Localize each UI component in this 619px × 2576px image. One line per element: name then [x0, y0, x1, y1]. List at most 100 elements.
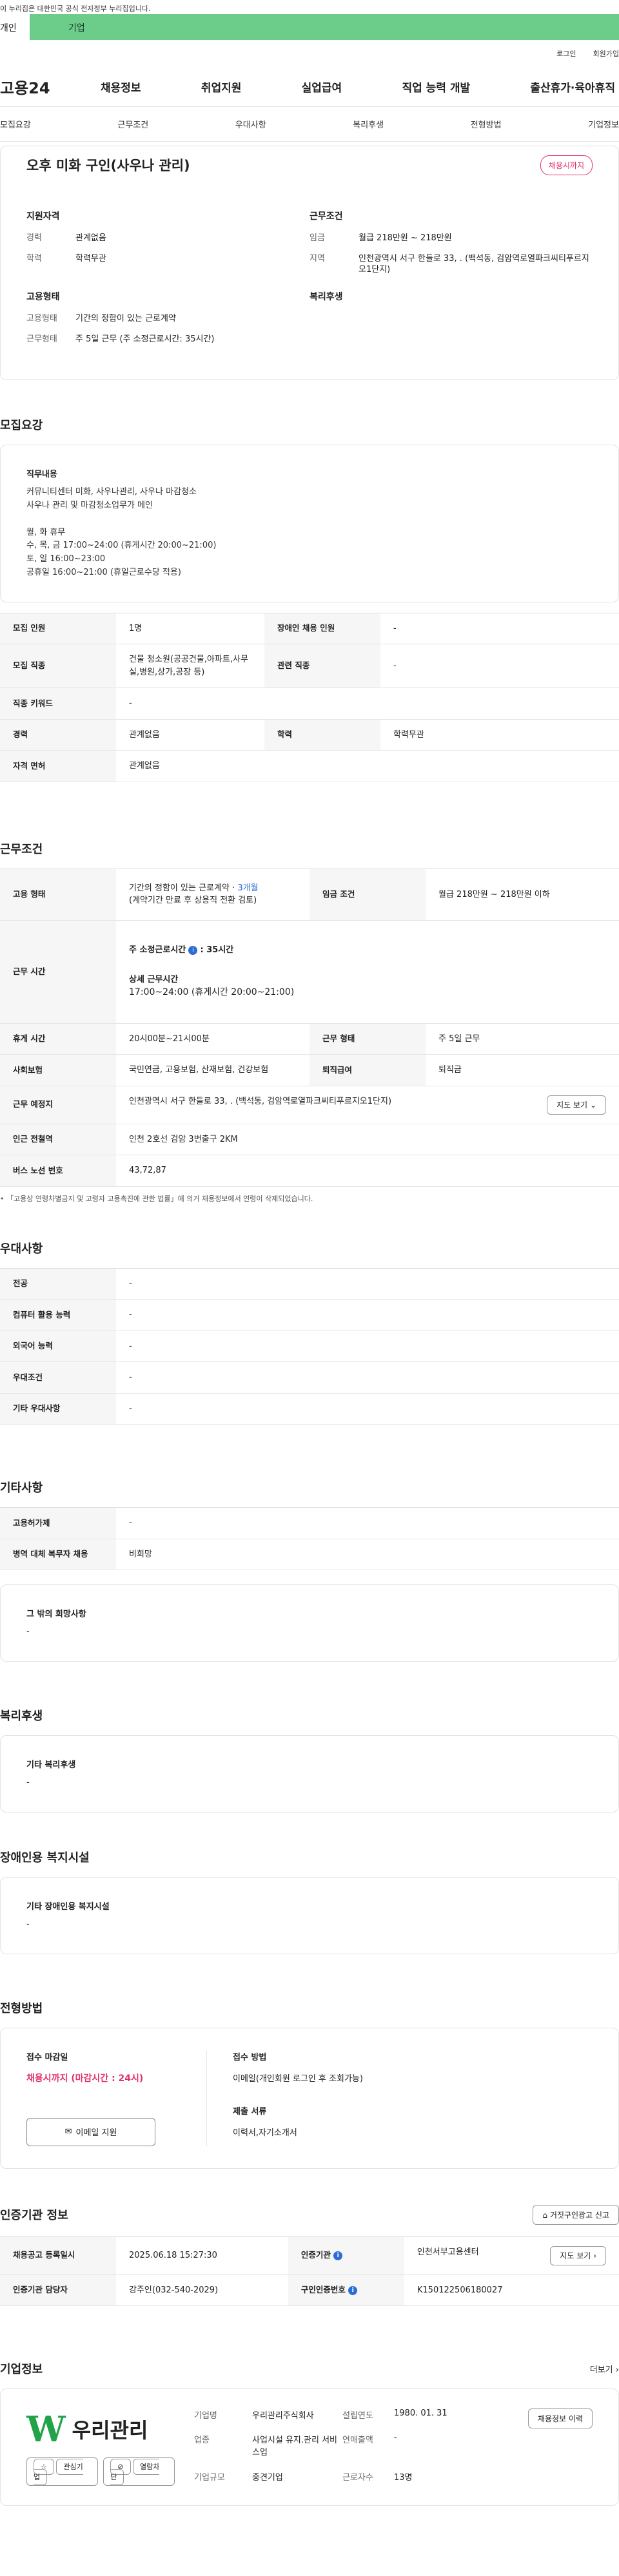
- welfare-box-value: -: [26, 1778, 30, 1788]
- info-icon[interactable]: i: [348, 2285, 358, 2295]
- chevron-right-icon: ›: [593, 2251, 596, 2260]
- welfare-box-heading: 기타 복리후생: [26, 1760, 76, 1771]
- subnav-welfare[interactable]: 복리후생: [353, 118, 384, 130]
- row-value: 인천 2호선 검암 3번출구 2KM: [116, 1124, 619, 1156]
- gnb-item-training[interactable]: 직업 능력 개발: [398, 79, 474, 95]
- util-bar: 로그인 회원가입: [0, 40, 619, 67]
- info-icon[interactable]: i: [188, 945, 198, 955]
- gnb-item-leave[interactable]: 출산휴가·육아휴직: [526, 79, 619, 95]
- cert-no-label: 구인인증번호: [300, 2285, 346, 2295]
- company-name-value: 우리관리주식회사: [252, 2411, 314, 2421]
- chevron-right-icon: ›: [615, 2365, 619, 2375]
- more-link[interactable]: 더보기 ›: [590, 2363, 619, 2375]
- gnb-item-jobs[interactable]: 채용정보: [97, 79, 145, 95]
- row-value: 20시00분~21시00분: [116, 1023, 310, 1055]
- wage-label: 임금: [310, 233, 325, 243]
- tab-biz[interactable]: 기업: [30, 14, 619, 40]
- work-type-value: 주 5일 근무 (주 소정근로시간: 35시간): [75, 334, 215, 344]
- gnb-item-support[interactable]: 취업지원: [197, 79, 246, 95]
- emp-contract: 기간의 정함이 있는 근로계약 ·: [129, 883, 238, 893]
- company-logo-mark: W: [26, 2408, 66, 2450]
- row-label: 우대조건: [0, 1361, 116, 1394]
- row-value: -: [380, 613, 619, 645]
- work-location: 인천광역시 서구 한들로 33, . (백석동, 검암역로열파크씨티푸르지오1단…: [129, 1096, 392, 1106]
- age-note: • 「고용상 연령차별금지 및 고령자 고용촉진에 관한 법률」에 의거 채용정…: [0, 1194, 313, 1203]
- subnav-work[interactable]: 근무조건: [117, 118, 148, 130]
- row-label: 병역 대체 복무자 채용: [0, 1539, 116, 1571]
- tab-personal[interactable]: 개인: [0, 14, 30, 40]
- company-industry-value: 사업시설 유지.관리 서비스업: [252, 2436, 337, 2458]
- etc-table: 고용허가제 - 병역 대체 복무자 채용 비희망: [0, 1507, 619, 1571]
- site-logo[interactable]: 고용24: [0, 75, 97, 98]
- method-value: 이메일(개인회원 로그인 후 조회가능): [233, 2073, 363, 2084]
- table-row: 모집 직종 건물 청소원(공공건물,아파트,사무실,병원,상가,공장 등) 관련 …: [0, 644, 619, 689]
- email-apply-button[interactable]: ✉ 이메일 지원: [26, 2117, 155, 2146]
- pref-section-title: 우대사항: [0, 1242, 43, 1256]
- company-size-value: 중견기업: [252, 2472, 283, 2483]
- login-link[interactable]: 로그인: [556, 48, 576, 59]
- row-label: 경력: [0, 719, 116, 751]
- row-label: 고용허가제: [0, 1507, 116, 1539]
- row-label: 인증기관 i: [288, 2236, 404, 2275]
- row-value: 강주인(032-540-2029): [116, 2274, 288, 2307]
- row-value: 퇴직금: [426, 1054, 619, 1086]
- subnav-company[interactable]: 기업정보: [588, 118, 619, 130]
- company-section-title: 기업정보: [0, 2363, 43, 2377]
- company-sales-value: -: [394, 2433, 397, 2443]
- email-apply-label: 이메일 지원: [75, 2128, 117, 2139]
- cert-map-label: 지도 보기: [560, 2251, 591, 2260]
- work-type-label: 근무형태: [26, 334, 57, 344]
- row-value: 월급 218만원 ~ 218만원 이하: [426, 869, 619, 921]
- row-label: 퇴직급여: [310, 1054, 426, 1086]
- cert-map-button[interactable]: 지도 보기 ›: [550, 2245, 606, 2265]
- row-label: 컴퓨터 활용 능력: [0, 1299, 116, 1331]
- work-table: 고용 형태 기간의 정함이 있는 근로계약 · 3개월 (계약기간 만료 후 상…: [0, 868, 619, 1187]
- table-row: 병역 대체 복무자 채용 비희망: [0, 1539, 619, 1571]
- row-value: K150122506180027: [404, 2274, 619, 2307]
- block-company-button[interactable]: ⊘ 열람차단: [103, 2457, 175, 2486]
- subnav-recruit[interactable]: 모집요강: [0, 118, 31, 130]
- subnav-apply[interactable]: 전형방법: [471, 118, 502, 130]
- wage-value: 월급 218만원 ~ 218만원: [359, 233, 452, 243]
- method-heading: 접수 방법: [233, 2052, 267, 2062]
- qual-career-label: 경력: [26, 233, 42, 243]
- table-row: 채용공고 등록일시 2025.06.18 15:27:30 인증기관 i 인천서부…: [0, 2236, 619, 2275]
- row-value: 43,72,87: [116, 1155, 619, 1187]
- subnav-pref[interactable]: 우대사항: [235, 118, 266, 130]
- company-est-value: 1980. 01. 31: [394, 2408, 447, 2419]
- signup-link[interactable]: 회원가입: [593, 48, 619, 59]
- company-size-label: 기업규모: [194, 2472, 225, 2483]
- more-label: 더보기: [589, 2365, 613, 2375]
- emp-type-label: 고용형태: [26, 314, 57, 324]
- row-value: -: [116, 1331, 619, 1363]
- fav-company-button[interactable]: ☆ 관심기업: [26, 2457, 99, 2486]
- qual-career-value: 관계없음: [75, 233, 106, 243]
- duty-text: 커뮤니티센터 미화, 사우나관리, 사우나 마감청소 사우나 관리 및 마감청소…: [26, 487, 217, 577]
- table-row: 기타 우대사항 -: [0, 1393, 619, 1425]
- row-value: 기간의 정함이 있는 근로계약 · 3개월 (계약기간 만료 후 상용직 전환 …: [116, 869, 310, 921]
- company-est-label: 설립연도: [342, 2411, 373, 2421]
- pref-table: 전공 - 컴퓨터 활용 능력 - 외국어 능력 - 우대조건 - 기타 우대사항 -: [0, 1267, 619, 1425]
- week-hours-value: : 35시간: [200, 945, 234, 956]
- row-value: -: [116, 1299, 619, 1331]
- report-button[interactable]: ⌂ 거짓구인광고 신고: [533, 2204, 619, 2225]
- row-value: 관계없음: [116, 719, 264, 751]
- table-row: 인증기관 담당자 강주인(032-540-2029) 구인인증번호 i K1501…: [0, 2274, 619, 2307]
- row-value: 국민연금, 고용보험, 산재보험, 건강보험: [116, 1054, 310, 1086]
- age-note-text: 「고용상 연령차별금지 및 고령자 고용촉진에 관한 법률」에 의거 채용정보에…: [6, 1194, 313, 1203]
- row-value: 관계없음: [116, 750, 619, 782]
- info-icon[interactable]: i: [333, 2251, 343, 2260]
- etc-section-title: 기타사항: [0, 1481, 43, 1495]
- mode-tabs: 개인 기업: [0, 14, 619, 40]
- table-row: 직종 키워드 -: [0, 687, 619, 720]
- company-name-label: 기업명: [194, 2411, 217, 2421]
- row-label: 휴게 시간: [0, 1023, 116, 1055]
- qual-edu-label: 학력: [26, 253, 42, 264]
- map-button[interactable]: 지도 보기 ⌄: [547, 1095, 606, 1115]
- cond-heading: 근무조건: [310, 211, 343, 222]
- history-button[interactable]: 채용정보 이력: [527, 2408, 593, 2429]
- gnb-item-unemployment[interactable]: 실업급여: [298, 79, 346, 95]
- company-info: 기업명 우리관리주식회사 설립연도 1980. 01. 31 업종 사업시설 유…: [194, 2408, 509, 2486]
- row-label: 전공: [0, 1268, 116, 1300]
- table-row: 우대조건 -: [0, 1361, 619, 1394]
